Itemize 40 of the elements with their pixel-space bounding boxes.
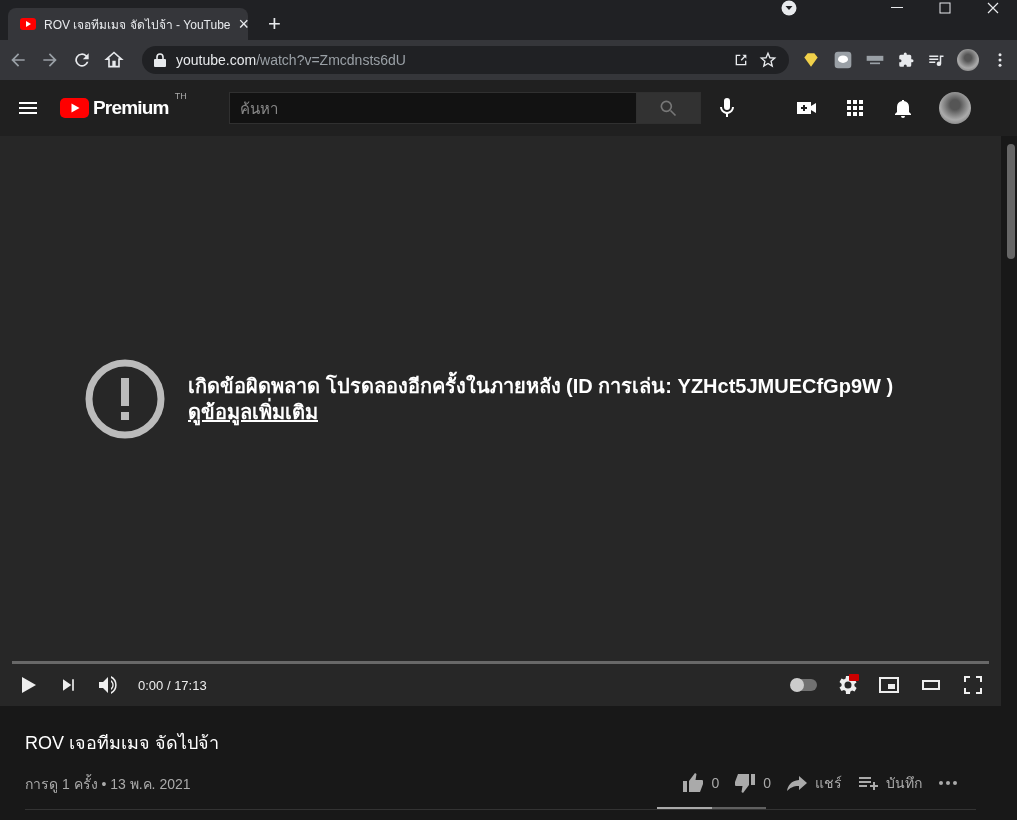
- scrollbar-thumb[interactable]: [1007, 144, 1015, 259]
- url-text: youtube.com/watch?v=Zmcdnsts6dU: [176, 52, 407, 68]
- video-title: ROV เจอทีมเมจ จัดไปจ้า: [25, 732, 220, 755]
- profile-avatar[interactable]: [957, 49, 979, 71]
- thumbs-up-icon: [681, 771, 706, 795]
- view-count-date: การดู 1 ครั้ง • 13 พ.ค. 2021: [25, 773, 191, 795]
- autoplay-toggle[interactable]: [791, 679, 817, 691]
- maximize-icon[interactable]: [937, 0, 953, 16]
- more-info-link[interactable]: ดูข้อมูลเพิ่มเติม: [188, 398, 318, 425]
- share-button[interactable]: แชร์: [785, 767, 842, 799]
- address-bar[interactable]: youtube.com/watch?v=Zmcdnsts6dU: [142, 46, 789, 74]
- exclamation-circle-icon: [84, 357, 166, 440]
- chat-bubble-icon[interactable]: [833, 50, 853, 70]
- logo-text[interactable]: Premium: [93, 97, 169, 119]
- save-button[interactable]: บันทึก: [856, 767, 922, 799]
- dislike-button[interactable]: 0: [733, 767, 771, 799]
- account-avatar[interactable]: [939, 92, 971, 124]
- like-button[interactable]: 0: [681, 767, 720, 799]
- new-tab-button[interactable]: +: [262, 12, 287, 36]
- error-message: เกิดข้อผิดพลาด โปรดลองอีกครั้งในภายหลัง (ID การเล่น: YZHct5JMUECfGp9W ) ดูข้อมูลเพิ่มเติม: [188, 372, 894, 425]
- play-logo-icon[interactable]: [60, 98, 89, 118]
- region-code: TH: [174, 91, 187, 101]
- thumbs-down-icon: [733, 771, 758, 795]
- lock-icon: [154, 53, 166, 67]
- fullscreen-icon[interactable]: [961, 673, 985, 697]
- dropdown-icon[interactable]: [781, 0, 797, 16]
- open-external-icon[interactable]: [733, 52, 749, 68]
- close-tab-button[interactable]: ×: [238, 15, 249, 33]
- star-icon[interactable]: [759, 51, 777, 69]
- time-display: 0:00 / 17:13: [138, 677, 207, 693]
- browser-tab[interactable]: ROV เจอทีมเมจ จัดไปจ้า - YouTube ×: [8, 8, 248, 40]
- tab-title: ROV เจอทีมเมจ จัดไปจ้า - YouTube: [44, 16, 231, 34]
- volume-icon[interactable]: [96, 673, 120, 697]
- reload-icon[interactable]: [72, 50, 92, 70]
- home-icon[interactable]: [104, 50, 124, 70]
- video-play-icon: [20, 18, 36, 30]
- close-icon[interactable]: [985, 0, 1001, 16]
- search-icon: [658, 98, 679, 118]
- puzzle-icon[interactable]: [897, 51, 915, 69]
- search-field[interactable]: ค้นหา: [228, 92, 637, 124]
